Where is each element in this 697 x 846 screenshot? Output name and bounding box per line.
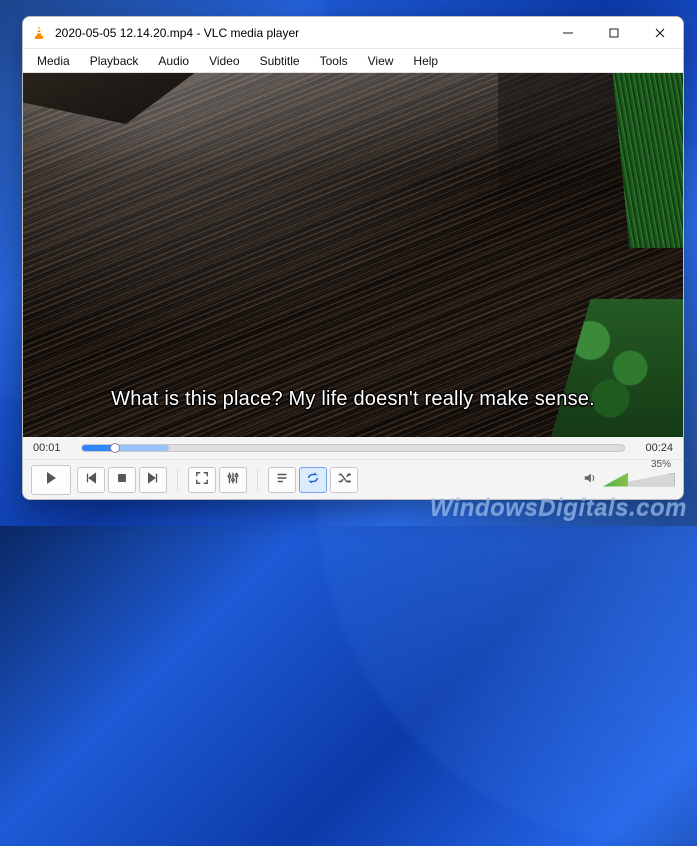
volume-slider-fill bbox=[603, 473, 628, 487]
menu-playback[interactable]: Playback bbox=[82, 52, 147, 70]
skip-previous-icon bbox=[84, 471, 98, 488]
seekbar: 00:01 00:24 bbox=[23, 437, 683, 459]
minimize-button[interactable] bbox=[545, 17, 591, 48]
separator bbox=[177, 469, 178, 491]
volume-control: 35% bbox=[583, 470, 675, 490]
shuffle-button[interactable] bbox=[330, 467, 358, 493]
loop-button[interactable] bbox=[299, 467, 327, 493]
maximize-button[interactable] bbox=[591, 17, 637, 48]
playlist-icon bbox=[275, 471, 289, 488]
shuffle-icon bbox=[337, 471, 351, 488]
skip-next-icon bbox=[146, 471, 160, 488]
previous-button[interactable] bbox=[77, 467, 105, 493]
window-title: 2020-05-05 12.14.20.mp4 - VLC media play… bbox=[55, 26, 299, 40]
seek-track[interactable] bbox=[81, 444, 625, 452]
play-button[interactable] bbox=[31, 465, 71, 495]
titlebar[interactable]: 2020-05-05 12.14.20.mp4 - VLC media play… bbox=[23, 17, 683, 49]
menu-subtitle[interactable]: Subtitle bbox=[252, 52, 308, 70]
seek-knob[interactable] bbox=[110, 443, 120, 453]
video-area[interactable]: What is this place? My life doesn't real… bbox=[23, 73, 683, 437]
volume-slider[interactable] bbox=[603, 470, 675, 490]
next-button[interactable] bbox=[139, 467, 167, 493]
playlist-button[interactable] bbox=[268, 467, 296, 493]
menu-tools[interactable]: Tools bbox=[312, 52, 356, 70]
loop-icon bbox=[306, 471, 320, 488]
menubar: Media Playback Audio Video Subtitle Tool… bbox=[23, 49, 683, 73]
play-icon bbox=[43, 470, 59, 489]
menu-video[interactable]: Video bbox=[201, 52, 247, 70]
subtitle-text: What is this place? My life doesn't real… bbox=[111, 388, 595, 411]
vlc-window: 2020-05-05 12.14.20.mp4 - VLC media play… bbox=[22, 16, 684, 500]
extended-settings-button[interactable] bbox=[219, 467, 247, 493]
stop-button[interactable] bbox=[108, 467, 136, 493]
fullscreen-icon bbox=[195, 471, 209, 488]
close-button[interactable] bbox=[637, 17, 683, 48]
volume-percent-label: 35% bbox=[651, 459, 671, 470]
stop-icon bbox=[115, 471, 129, 488]
menu-view[interactable]: View bbox=[360, 52, 402, 70]
menu-audio[interactable]: Audio bbox=[150, 52, 197, 70]
vlc-cone-icon bbox=[31, 25, 47, 41]
fullscreen-button[interactable] bbox=[188, 467, 216, 493]
separator bbox=[257, 469, 258, 491]
equalizer-icon bbox=[226, 471, 240, 488]
time-elapsed[interactable]: 00:01 bbox=[33, 442, 73, 454]
time-duration[interactable]: 00:24 bbox=[633, 442, 673, 454]
menu-help[interactable]: Help bbox=[405, 52, 446, 70]
controls-bar: 35% bbox=[23, 459, 683, 499]
speaker-icon[interactable] bbox=[583, 471, 597, 488]
menu-media[interactable]: Media bbox=[29, 52, 78, 70]
